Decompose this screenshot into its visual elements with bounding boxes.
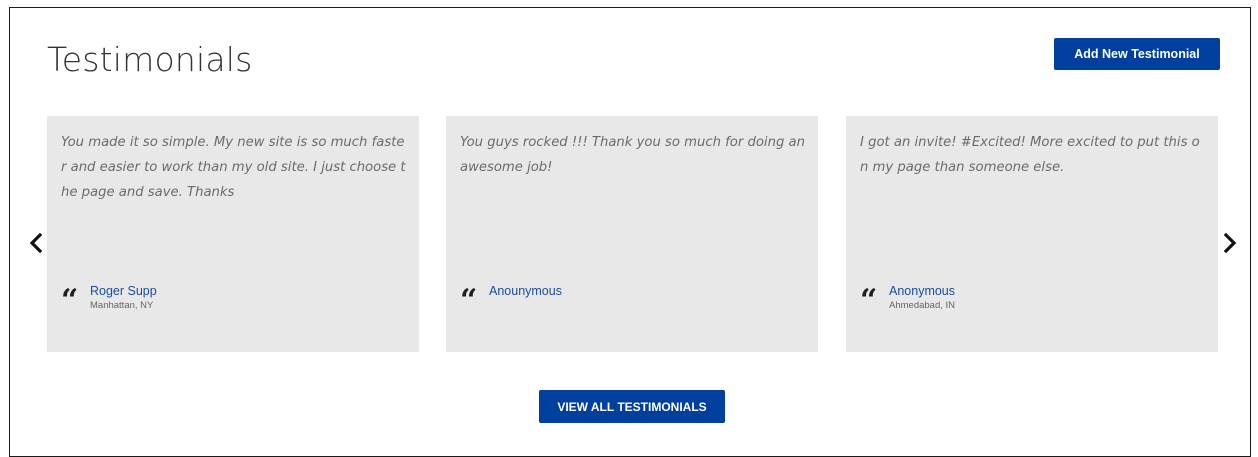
testimonial-text: You made it so simple. My new site is so… bbox=[61, 135, 406, 200]
page-title: Testimonials bbox=[47, 40, 253, 79]
quote-icon: “ bbox=[61, 283, 78, 318]
testimonial-author: Roger Supp Manhattan, NY bbox=[90, 283, 157, 312]
testimonial-card: I got an invite! #Excited! More excited … bbox=[846, 116, 1218, 352]
author-name-link[interactable]: Anonymous bbox=[889, 283, 955, 299]
quote-icon: “ bbox=[860, 283, 877, 318]
add-new-testimonial-button[interactable]: Add New Testimonial bbox=[1054, 38, 1220, 70]
testimonial-author: Anounymous bbox=[489, 283, 562, 299]
testimonial-card: You guys rocked !!! Thank you so much fo… bbox=[446, 116, 818, 352]
author-name-link[interactable]: Roger Supp bbox=[90, 283, 157, 299]
carousel-next-button[interactable] bbox=[1219, 229, 1241, 257]
author-name-link[interactable]: Anounymous bbox=[489, 283, 562, 299]
testimonial-author: Anonymous Ahmedabad, IN bbox=[889, 283, 955, 312]
chevron-right-icon bbox=[1223, 233, 1237, 253]
view-all-testimonials-button[interactable]: VIEW ALL TESTIMONIALS bbox=[539, 390, 725, 423]
testimonial-card: You made it so simple. My new site is so… bbox=[47, 116, 419, 352]
author-location: Ahmedabad, IN bbox=[889, 300, 956, 311]
quote-icon: “ bbox=[460, 283, 477, 318]
testimonial-text: I got an invite! #Excited! More excited … bbox=[860, 135, 1200, 175]
chevron-left-icon bbox=[29, 233, 43, 253]
carousel-prev-button[interactable] bbox=[25, 229, 47, 257]
author-location: Manhattan, NY bbox=[90, 300, 154, 311]
testimonial-text: You guys rocked !!! Thank you so much fo… bbox=[460, 135, 805, 175]
